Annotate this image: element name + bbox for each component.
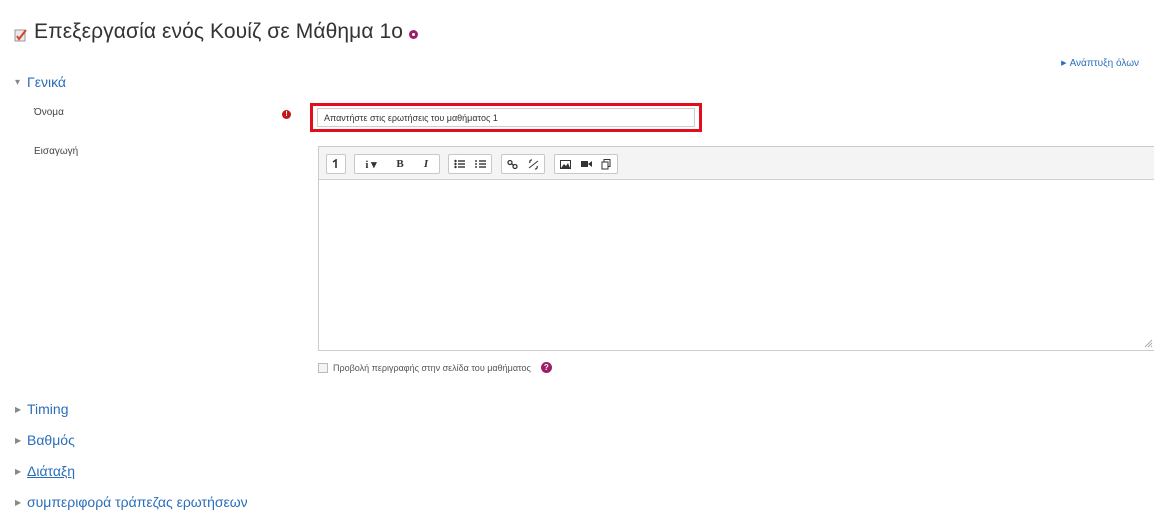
name-label: Όνομα bbox=[34, 107, 64, 118]
caret-right-icon: ▶ bbox=[15, 497, 22, 507]
section-timing[interactable]: ▶ Timing bbox=[15, 401, 69, 417]
bold-icon[interactable]: B bbox=[387, 155, 413, 173]
ordered-list-icon[interactable] bbox=[470, 155, 491, 173]
collapse-toolbar-icon[interactable] bbox=[327, 155, 345, 173]
quiz-icon bbox=[14, 29, 27, 42]
caret-right-icon: ▶ bbox=[1061, 60, 1067, 67]
help-icon[interactable] bbox=[409, 29, 419, 39]
unlink-icon[interactable] bbox=[523, 155, 544, 173]
section-layout-label: Διάταξη bbox=[27, 463, 76, 479]
expand-all-label: Ανάπτυξη όλων bbox=[1069, 58, 1139, 69]
caret-right-icon: ▶ bbox=[15, 435, 22, 445]
section-layout[interactable]: ▶ Διάταξη bbox=[15, 463, 75, 479]
page-header: Επεξεργασία ενός Κουίζ σε Μάθημα 1ο bbox=[14, 12, 419, 52]
caret-right-icon: ▶ bbox=[15, 404, 22, 414]
section-grade-label: Βαθμός bbox=[27, 432, 75, 448]
caret-down-icon: ▾ bbox=[15, 76, 21, 88]
caret-right-icon: ▶ bbox=[15, 466, 22, 476]
manage-files-icon[interactable] bbox=[596, 155, 617, 173]
resize-handle-icon[interactable] bbox=[1143, 338, 1153, 348]
show-description-checkbox[interactable] bbox=[318, 362, 328, 373]
name-input[interactable] bbox=[317, 108, 695, 127]
intro-textarea[interactable] bbox=[320, 182, 1154, 349]
show-description-row: Προβολή περιγραφής στην σελίδα του μαθήμ… bbox=[318, 362, 552, 373]
toolbar-group-4 bbox=[501, 154, 545, 174]
required-icon: ! bbox=[282, 110, 291, 119]
section-timing-label: Timing bbox=[27, 401, 69, 417]
section-general[interactable]: ▾ Γενικά bbox=[15, 74, 66, 90]
editor-toolbar: i ▾ B I bbox=[319, 147, 1154, 180]
style-icon[interactable]: i ▾ bbox=[355, 155, 387, 173]
unordered-list-icon[interactable] bbox=[449, 155, 470, 173]
section-question-behaviour[interactable]: ▶ συμπεριφορά τράπεζας ερωτήσεων bbox=[15, 494, 248, 510]
toolbar-group-2: i ▾ B I bbox=[354, 154, 440, 174]
toolbar-group-3 bbox=[448, 154, 492, 174]
section-grade[interactable]: ▶ Βαθμός bbox=[15, 432, 75, 448]
media-icon[interactable] bbox=[576, 155, 597, 173]
section-general-label: Γενικά bbox=[27, 74, 66, 90]
help-icon[interactable]: ? bbox=[540, 362, 552, 373]
italic-icon[interactable]: I bbox=[413, 155, 439, 173]
toolbar-group-1 bbox=[326, 154, 346, 174]
expand-all-link[interactable]: ▶ Ανάπτυξη όλων bbox=[1061, 58, 1139, 69]
section-question-behaviour-label: συμπεριφορά τράπεζας ερωτήσεων bbox=[27, 494, 248, 510]
link-icon[interactable] bbox=[502, 155, 523, 173]
page-title: Επεξεργασία ενός Κουίζ σε Μάθημα 1ο bbox=[34, 20, 404, 43]
toolbar-group-5 bbox=[554, 154, 618, 174]
show-description-label: Προβολή περιγραφής στην σελίδα του μαθήμ… bbox=[333, 362, 531, 373]
intro-label: Εισαγωγή bbox=[34, 146, 79, 157]
image-icon[interactable] bbox=[555, 155, 576, 173]
